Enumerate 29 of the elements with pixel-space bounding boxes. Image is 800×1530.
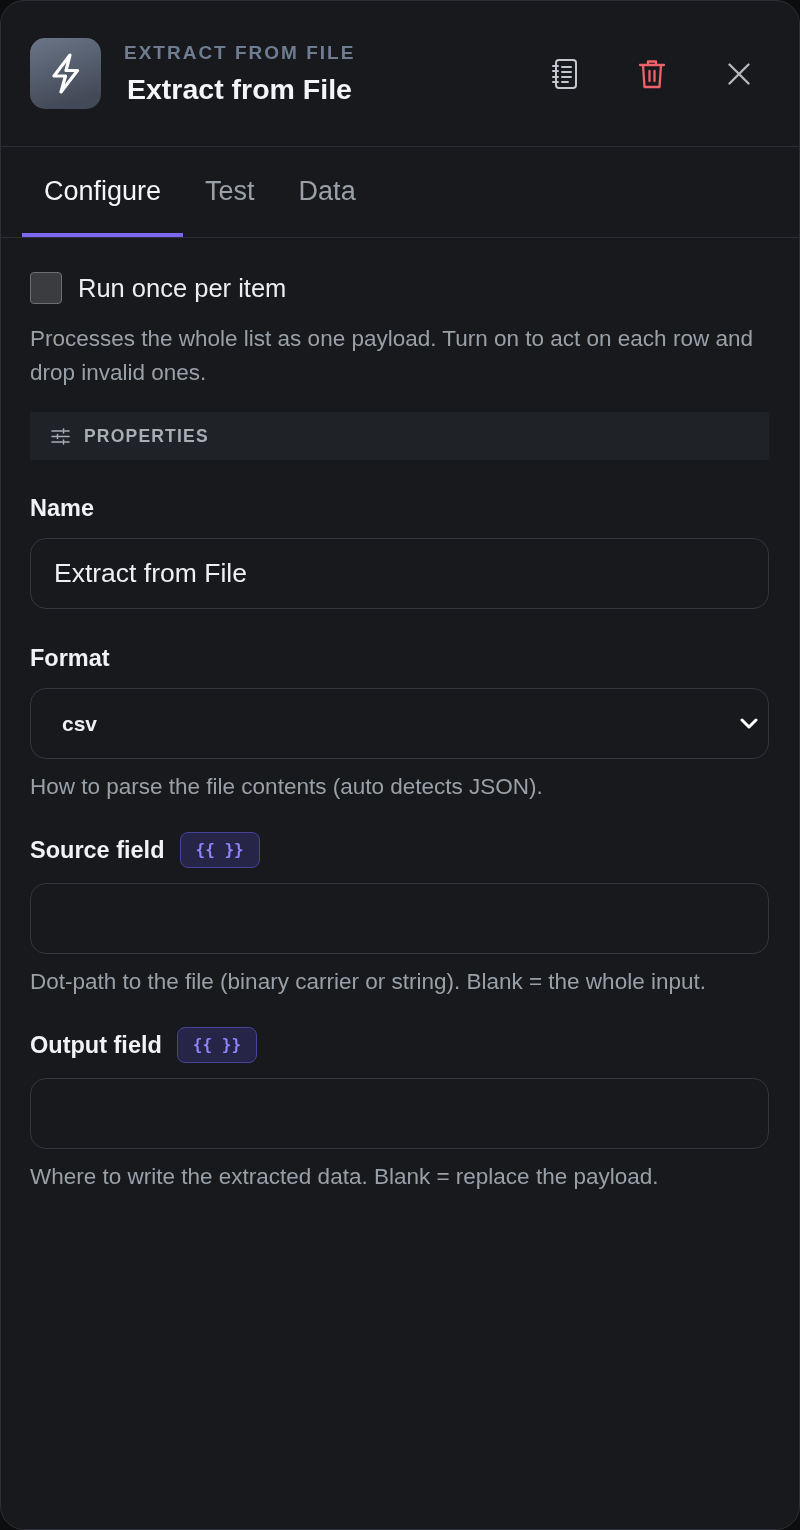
tab[interactable]: Data xyxy=(276,147,378,237)
field-label: Output field xyxy=(30,1031,162,1060)
select-value: csv xyxy=(62,710,98,737)
select-field[interactable]: csv xyxy=(30,688,769,759)
field-label: Source field xyxy=(30,836,165,865)
tab[interactable]: Configure xyxy=(22,147,184,237)
lightning-icon xyxy=(30,38,101,109)
sliders-icon xyxy=(51,427,70,445)
text-input[interactable]: Extract from File xyxy=(30,538,769,609)
checkbox-label: Run once per item xyxy=(78,273,287,304)
field-label: Format xyxy=(30,644,110,673)
trash-icon xyxy=(638,57,666,90)
help-text: How to parse the file contents (auto detects JSON). xyxy=(30,773,544,801)
text-input[interactable] xyxy=(30,1078,769,1149)
text-input[interactable] xyxy=(30,883,769,954)
chevron-down-icon xyxy=(740,718,758,729)
help-text: Where to write the extracted data. Blank = replace the payload. xyxy=(30,1163,660,1191)
expression-badge: {{ }} xyxy=(176,1027,257,1063)
help-text: Dot-path to the file (binary carrier or string). Blank = the whole input. xyxy=(30,968,707,996)
notebook-icon xyxy=(551,57,579,90)
node-type-label: EXTRACT FROM FILE xyxy=(124,41,357,63)
close-icon xyxy=(728,62,750,85)
node-title: Extract from File xyxy=(127,72,353,106)
help-text: Processes the whole list as one payload. Turn on to act on each row and drop invalid ones. xyxy=(30,325,754,387)
expression-badge: {{ }} xyxy=(179,832,260,868)
field-label: Name xyxy=(30,494,94,523)
tab[interactable]: Test xyxy=(183,147,277,237)
run-once-checkbox[interactable] xyxy=(30,272,62,304)
section-title: PROPERTIES xyxy=(84,424,209,448)
